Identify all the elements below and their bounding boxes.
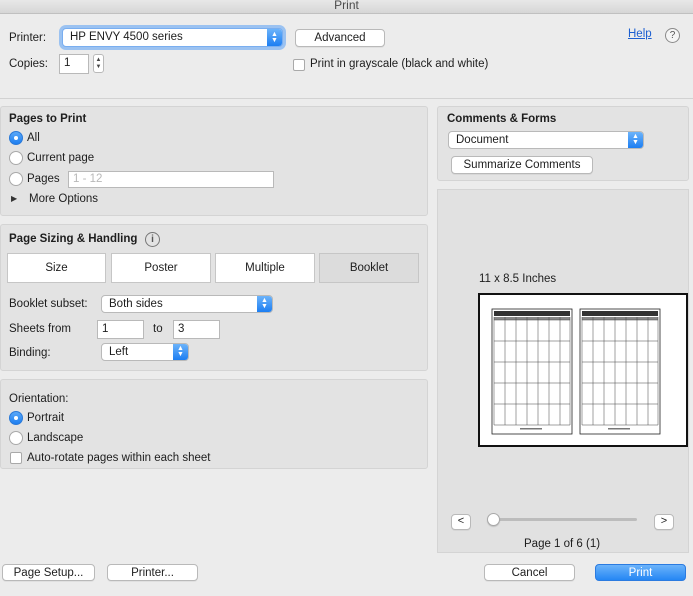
stepper-up-icon[interactable]: ▲	[96, 57, 102, 64]
sheets-from-label: Sheets from	[9, 323, 71, 335]
printer-label: Printer:	[9, 32, 47, 44]
tab-size[interactable]: Size	[7, 253, 106, 283]
booklet-subset-value: Both sides	[109, 298, 163, 310]
prev-page-button[interactable]: <	[451, 514, 471, 530]
calendar-page-left	[491, 308, 573, 435]
next-page-button[interactable]: >	[654, 514, 674, 530]
copies-label: Copies:	[9, 58, 48, 70]
stepper-down-icon[interactable]: ▼	[96, 64, 102, 71]
page-sizing-heading: Page Sizing & Handling	[9, 233, 138, 245]
preview-sheet	[478, 293, 688, 447]
sheets-to-input[interactable]: 3	[173, 320, 220, 339]
all-radio[interactable]	[9, 131, 23, 145]
binding-value: Left	[109, 346, 129, 358]
binding-label: Binding:	[9, 347, 51, 359]
sheets-from-input[interactable]: 1	[97, 320, 144, 339]
help-icon[interactable]: ?	[665, 28, 680, 43]
comments-forms-heading: Comments & Forms	[447, 113, 557, 125]
summarize-comments-button[interactable]: Summarize Comments	[451, 156, 593, 174]
preview-pages-image	[491, 308, 661, 435]
landscape-radio[interactable]	[9, 431, 23, 445]
page-status: Page 1 of 6 (1)	[524, 538, 601, 550]
to-label: to	[153, 323, 163, 335]
more-options-label[interactable]: More Options	[29, 193, 98, 205]
cancel-button[interactable]: Cancel	[484, 564, 575, 581]
paper-size-label: 11 x 8.5 Inches	[479, 273, 557, 285]
current-page-radio[interactable]	[9, 151, 23, 165]
select-arrows-icon: ▲ ▼	[173, 344, 188, 360]
tab-poster[interactable]: Poster	[111, 253, 211, 283]
printer-button[interactable]: Printer...	[107, 564, 198, 581]
print-button[interactable]: Print	[595, 564, 686, 581]
select-arrows-icon: ▲ ▼	[267, 29, 282, 46]
advanced-button[interactable]: Advanced	[295, 29, 385, 47]
comments-select-value: Document	[456, 134, 509, 146]
current-page-label: Current page	[27, 152, 95, 164]
help-link[interactable]: Help	[628, 28, 652, 40]
pages-label: Pages	[27, 173, 60, 185]
booklet-subset-label: Booklet subset:	[9, 298, 88, 310]
autorotate-checkbox[interactable]	[10, 452, 22, 464]
window-title: Print	[0, 0, 693, 14]
comments-select[interactable]: Document ▲ ▼	[448, 131, 644, 149]
printer-select-value: HP ENVY 4500 series	[70, 31, 183, 43]
pages-radio[interactable]	[9, 172, 23, 186]
tab-multiple[interactable]: Multiple	[215, 253, 315, 283]
printer-select[interactable]: HP ENVY 4500 series ▲ ▼	[62, 28, 283, 47]
autorotate-label: Auto-rotate pages within each sheet	[27, 452, 211, 464]
disclosure-triangle-icon[interactable]: ▶	[11, 194, 17, 203]
binding-select[interactable]: Left ▲ ▼	[101, 343, 189, 361]
all-label: All	[27, 132, 40, 144]
page-slider-knob[interactable]	[487, 513, 500, 526]
portrait-radio[interactable]	[9, 411, 23, 425]
select-arrows-icon: ▲ ▼	[628, 132, 643, 148]
tab-booklet[interactable]: Booklet	[319, 253, 419, 283]
copies-stepper[interactable]: ▲ ▼	[93, 54, 104, 73]
pages-to-print-heading: Pages to Print	[9, 113, 87, 125]
copies-input[interactable]: 1	[59, 54, 89, 74]
grayscale-label: Print in grayscale (black and white)	[310, 58, 489, 70]
page-slider-track[interactable]	[489, 518, 637, 521]
orientation-heading: Orientation:	[9, 393, 69, 405]
calendar-page-right	[579, 308, 661, 435]
grayscale-checkbox[interactable]	[293, 59, 305, 71]
select-arrows-icon: ▲ ▼	[257, 296, 272, 312]
info-icon[interactable]: i	[145, 232, 160, 247]
landscape-label: Landscape	[27, 432, 84, 444]
pages-range-input[interactable]: 1 - 12	[68, 171, 274, 188]
portrait-label: Portrait	[27, 412, 65, 424]
page-setup-button[interactable]: Page Setup...	[2, 564, 95, 581]
booklet-subset-select[interactable]: Both sides ▲ ▼	[101, 295, 273, 313]
top-divider	[0, 98, 693, 99]
